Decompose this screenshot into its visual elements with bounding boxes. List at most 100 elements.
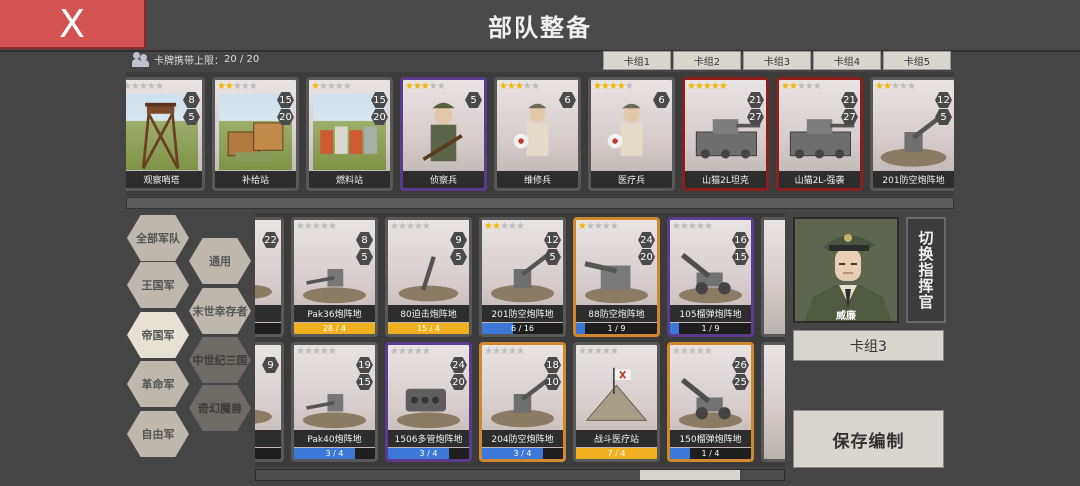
tab-deck-2[interactable]: 卡组2 — [673, 51, 741, 70]
unit-card[interactable]: ★★★★★22炮班组 — [255, 217, 284, 337]
card-name: 燃料站 — [309, 171, 390, 188]
card-progress-fill — [576, 323, 585, 334]
unit-card[interactable]: ★★★★★ 26 25 150榴弹炮阵地 1 / 4 — [667, 342, 754, 462]
card-progress-bar: 1 / 9 — [576, 323, 657, 334]
star-rating: ★★★★★ — [296, 221, 337, 232]
pool-scroll-thumb[interactable] — [640, 470, 740, 480]
unit-card[interactable]: ★★★★★ 12 5 201防空炮阵地 6 / 16 — [479, 217, 566, 337]
deck-scrollbar[interactable] — [126, 197, 954, 209]
card-progress-fill — [388, 448, 449, 459]
users-icon — [132, 51, 150, 67]
unit-card[interactable]: ★★★★★9班组 — [255, 342, 284, 462]
card-progress-text: 1 / 4 — [701, 449, 720, 458]
card-progress-bar: 1 / 4 — [670, 448, 751, 459]
card-name: 山猫2L-强袭 — [779, 171, 860, 188]
unit-card[interactable]: ★★★★★ 24 20 88防空炮阵地 1 / 9 — [573, 217, 660, 337]
unit-card[interactable]: ★★★★★ 18 10 204防空炮阵地 3 / 4 — [479, 342, 566, 462]
capacity-label: 卡牌携带上限： — [154, 55, 224, 67]
star-rating: ★★★★★ — [217, 81, 258, 92]
card-progress-fill — [482, 323, 513, 334]
card-progress-bar: 7 / 4 — [576, 448, 657, 459]
unit-card-partial[interactable] — [761, 217, 785, 337]
unit-card[interactable]: ★★★★★ 9 5 80迫击炮阵地 15 / 4 — [385, 217, 472, 337]
card-progress-text: 3 / 4 — [325, 449, 344, 458]
faction-button[interactable]: 奇幻魔兽 — [189, 385, 251, 431]
unit-card[interactable]: ★★★★★ 6 医疗兵 — [588, 77, 675, 191]
faction-button[interactable]: 中世纪三国 — [189, 337, 251, 383]
card-name: 观察哨塔 — [126, 171, 202, 188]
unit-card[interactable]: ★★★★★ 16 15 105榴弹炮阵地 1 / 9 — [667, 217, 754, 337]
faction-button[interactable]: 王国军 — [127, 262, 189, 308]
star-rating: ★★★★★ — [390, 221, 431, 232]
unit-card[interactable]: ★★★★★85观察哨塔 — [126, 77, 205, 191]
unit-card[interactable]: ★★★★★ 战斗医疗站 7 / 4 — [573, 342, 660, 462]
unit-card[interactable]: ★★★★★ 21 27 山猫2L坦克 — [682, 77, 769, 191]
star-rating: ★★★★★ — [390, 346, 431, 357]
card-name: 补给站 — [215, 171, 296, 188]
card-art-icon — [585, 367, 648, 421]
star-rating: ★★★★★ — [578, 221, 619, 232]
unit-card[interactable]: ★★★★★ 19 15 Pak40炮阵地 3 / 4 — [291, 342, 378, 462]
card-name: 204防空炮阵地 — [482, 430, 563, 447]
card-name: Pak36炮阵地 — [294, 305, 375, 322]
deck-card-strip: ★★★★★85观察哨塔★★★★★1520补给站★★★★★1520燃料站★★★★★… — [126, 72, 954, 196]
card-progress-bar: 1 / 9 — [670, 323, 751, 334]
faction-button[interactable]: 帝国军 — [127, 312, 189, 358]
card-progress-bar: 3 / 4 — [482, 448, 563, 459]
star-rating: ★★★★★ — [578, 346, 619, 357]
card-progress-fill — [670, 448, 691, 459]
card-name: Pak40炮阵地 — [294, 430, 375, 447]
card-art — [580, 359, 653, 429]
card-name: 班组 — [255, 430, 281, 447]
unit-card[interactable]: ★★★★★ 12 5 201防空炮阵地 — [870, 77, 954, 191]
card-progress-text: 1 / 9 — [607, 324, 626, 333]
unit-card[interactable]: ★★★★★ 5 侦察兵 — [400, 77, 487, 191]
faction-button[interactable]: 通用 — [189, 238, 251, 284]
unit-card-partial[interactable] — [761, 342, 785, 462]
card-name: 80迫击炮阵地 — [388, 305, 469, 322]
star-rating: ★★★★★ — [687, 81, 728, 92]
card-name: 88防空炮阵地 — [576, 305, 657, 322]
card-name: 1506多管炮阵地 — [388, 430, 469, 447]
star-rating: ★★★★★ — [781, 81, 822, 92]
star-rating: ★★★★★ — [484, 221, 525, 232]
switch-commander-label: 切换指挥官 — [916, 230, 935, 310]
unit-card[interactable]: ★★★★★ 6 维修兵 — [494, 77, 581, 191]
faction-button[interactable]: 末世幸存者 — [189, 288, 251, 334]
star-rating: ★★★★★ — [875, 81, 916, 92]
unit-card[interactable]: ★★★★★ 15 20 补给站 — [212, 77, 299, 191]
star-rating: ★★★★★ — [484, 346, 525, 357]
unit-card[interactable]: ★★★★★ 21 27 山猫2L-强袭 — [776, 77, 863, 191]
star-rating: ★★★★★ — [296, 346, 337, 357]
current-deck-label: 卡组3 — [793, 330, 944, 361]
unit-card[interactable]: ★★★★★ 8 5 Pak36炮阵地 28 / 4 — [291, 217, 378, 337]
save-formation-button[interactable]: 保存编制 — [793, 410, 944, 468]
unit-card[interactable]: ★★★★★ 15 20 燃料站 — [306, 77, 393, 191]
title-bar — [0, 0, 1080, 52]
card-progress-fill — [670, 323, 679, 334]
capacity-value: 20 / 20 — [224, 53, 260, 65]
tab-deck-3[interactable]: 卡组3 — [743, 51, 811, 70]
card-progress-bar: 15 / 4 — [388, 323, 469, 334]
card-name: 维修兵 — [497, 171, 578, 188]
card-progress-text: 15 / 4 — [416, 324, 441, 333]
card-progress-text: 7 / 4 — [607, 449, 626, 458]
card-progress-bar — [255, 323, 281, 334]
card-progress-fill — [482, 448, 543, 459]
commander-name: 威廉 — [836, 310, 856, 322]
card-progress-text: 28 / 4 — [322, 324, 347, 333]
faction-button[interactable]: 自由军 — [127, 411, 189, 457]
switch-commander-button[interactable]: 切换指挥官 — [906, 217, 946, 323]
faction-button[interactable]: 全部军队 — [127, 215, 189, 261]
faction-button[interactable]: 革命军 — [127, 361, 189, 407]
star-rating: ★★★★★ — [126, 81, 164, 92]
card-progress-text: 3 / 4 — [513, 449, 532, 458]
tab-deck-4[interactable]: 卡组4 — [813, 51, 881, 70]
star-rating: ★★★★★ — [499, 81, 540, 92]
card-progress-bar: 3 / 4 — [388, 448, 469, 459]
card-name: 105榴弹炮阵地 — [670, 305, 751, 322]
tab-deck-5[interactable]: 卡组5 — [883, 51, 951, 70]
unit-card[interactable]: ★★★★★ 24 20 1506多管炮阵地 3 / 4 — [385, 342, 472, 462]
tab-deck-1[interactable]: 卡组1 — [603, 51, 671, 70]
close-button[interactable]: X — [0, 0, 146, 49]
